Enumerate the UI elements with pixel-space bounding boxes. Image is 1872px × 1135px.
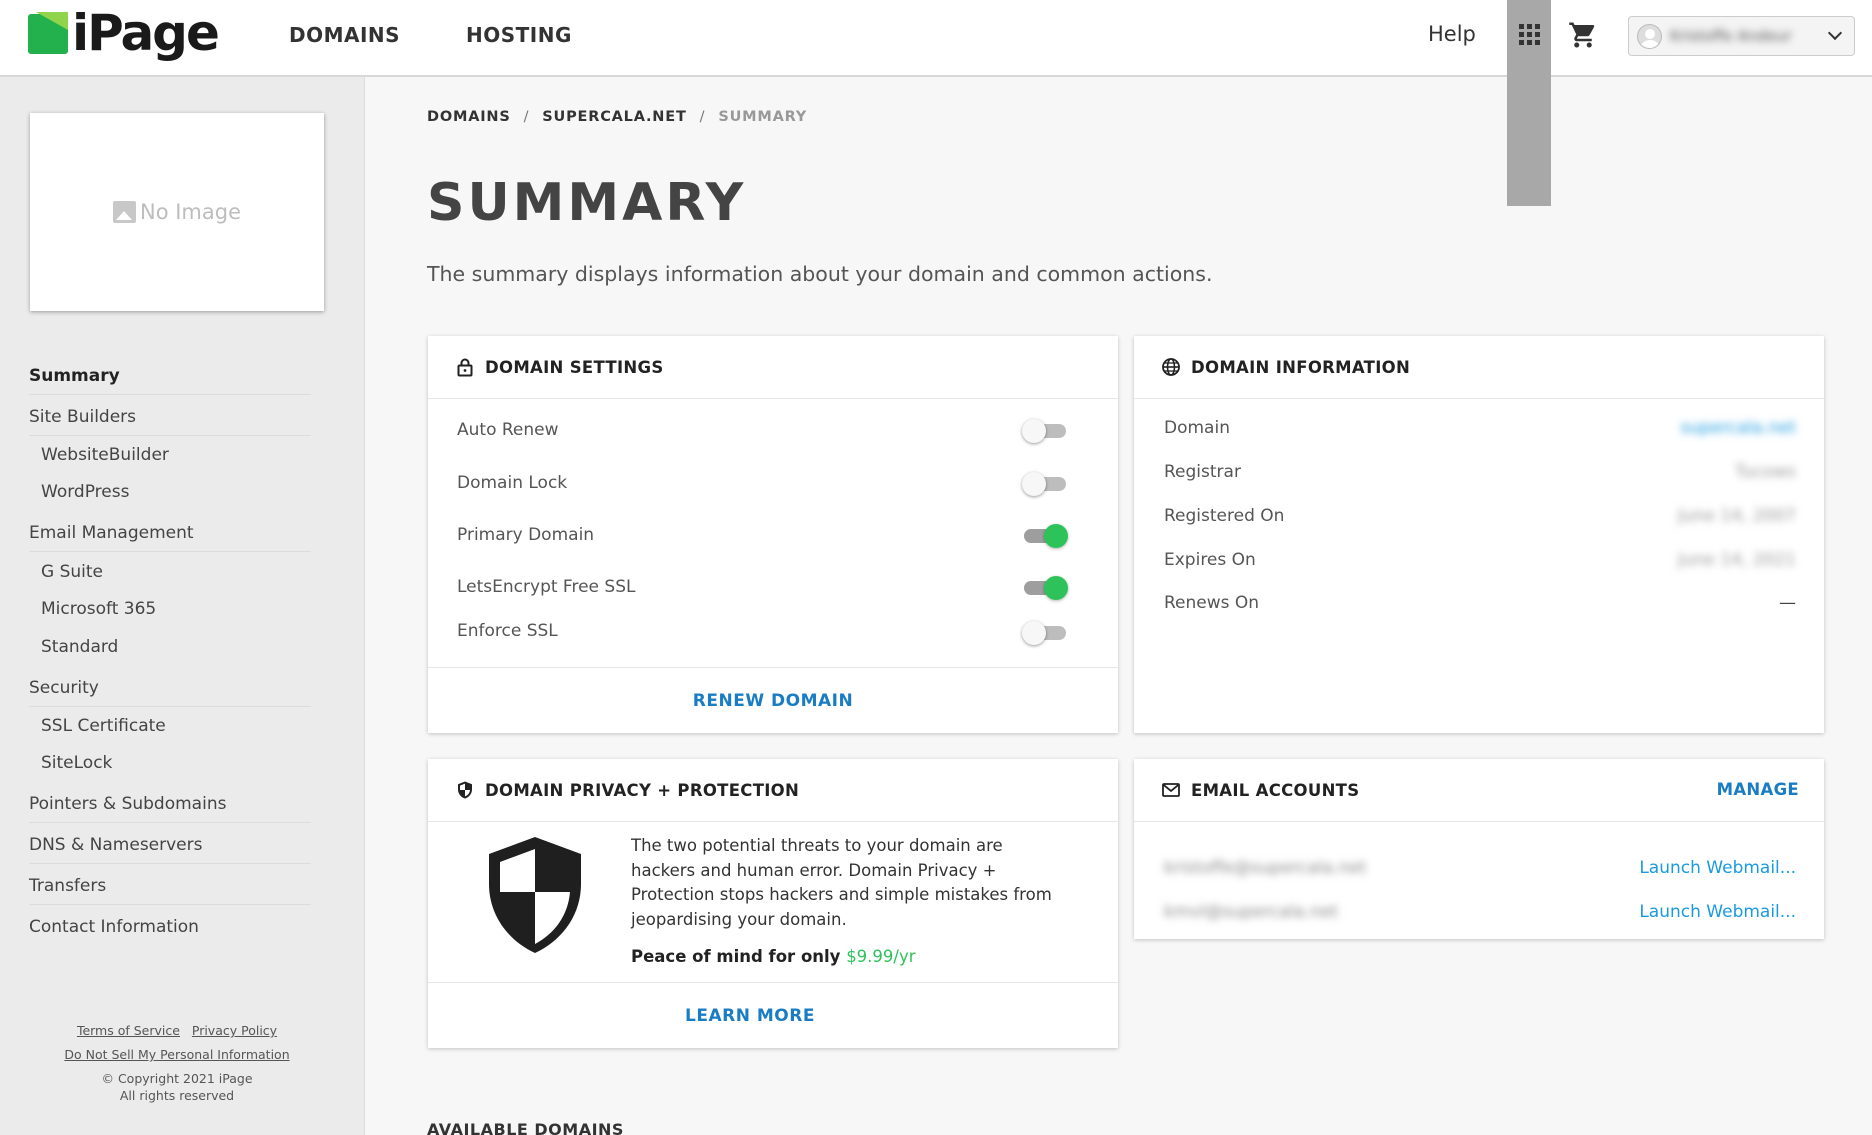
info-row-registered-on: Registered On June 14, 2007 xyxy=(1164,506,1796,526)
chevron-down-icon xyxy=(1827,25,1843,41)
sidebar-item-ssl-certificate[interactable]: SSL Certificate xyxy=(29,715,166,737)
sidebar-item-email-management[interactable]: Email Management xyxy=(29,522,311,552)
shield-icon xyxy=(489,837,581,953)
enforce-ssl-toggle[interactable] xyxy=(1022,619,1068,647)
no-image-label: No Image xyxy=(139,200,241,224)
email-account-row: kmvl@supercala.net Launch Webmail... xyxy=(1164,902,1796,922)
info-row-renews-on: Renews On — xyxy=(1164,593,1796,613)
domain-settings-header: DOMAIN SETTINGS xyxy=(428,336,1118,399)
mail-icon xyxy=(1162,783,1180,797)
do-not-sell-link[interactable]: Do Not Sell My Personal Information xyxy=(64,1047,289,1062)
footer-links-row-2: Do Not Sell My Personal Information xyxy=(0,1047,354,1062)
domain-privacy-title: DOMAIN PRIVACY + PROTECTION xyxy=(485,780,800,800)
email-accounts-title: EMAIL ACCOUNTS xyxy=(1191,780,1360,800)
help-link[interactable]: Help xyxy=(1428,22,1476,46)
cart-icon[interactable] xyxy=(1568,20,1598,50)
primary-domain-toggle[interactable] xyxy=(1022,522,1068,550)
divider xyxy=(428,982,1118,983)
info-row-registrar: Registrar Tucows xyxy=(1164,462,1796,482)
page-title: SUMMARY xyxy=(427,173,747,233)
auto-renew-toggle[interactable] xyxy=(1022,417,1068,445)
email-address: kmvl@supercala.net xyxy=(1164,902,1338,922)
sidebar-item-site-builders[interactable]: Site Builders xyxy=(29,406,311,436)
logo-text: iPage xyxy=(72,4,220,62)
enforce-ssl-label: Enforce SSL xyxy=(457,621,558,641)
renew-domain-button[interactable]: RENEW DOMAIN xyxy=(428,691,1118,711)
domain-information-card: DOMAIN INFORMATION Domain supercala.net … xyxy=(1134,336,1824,733)
sidebar-item-websitebuilder[interactable]: WebsiteBuilder xyxy=(29,444,169,466)
shield-icon xyxy=(458,781,472,799)
apps-grid-icon xyxy=(1518,24,1540,45)
domain-settings-title: DOMAIN SETTINGS xyxy=(485,357,664,377)
rights-text: All rights reserved xyxy=(119,1088,235,1103)
sidebar-item-g-suite[interactable]: G Suite xyxy=(29,561,103,583)
learn-more-button[interactable]: LEARN MORE xyxy=(405,1006,1095,1026)
letsencrypt-ssl-toggle[interactable] xyxy=(1022,574,1068,602)
breadcrumb-domain[interactable]: SUPERCALA.NET xyxy=(542,109,686,125)
user-menu-dropdown[interactable]: Kristoffe Andeur xyxy=(1628,16,1855,56)
email-account-row: kristoffe@supercala.net Launch Webmail..… xyxy=(1164,858,1796,878)
breadcrumb: DOMAINS / SUPERCALA.NET / SUMMARY xyxy=(427,109,808,125)
sidebar-item-wordpress[interactable]: WordPress xyxy=(29,481,129,503)
terms-of-service-link[interactable]: Terms of Service xyxy=(77,1023,180,1038)
copyright-text: © Copyright 2021 iPage xyxy=(101,1071,253,1086)
nav-domains[interactable]: DOMAINS xyxy=(289,23,400,47)
info-row-domain: Domain supercala.net xyxy=(1164,418,1796,438)
nav-hosting[interactable]: HOSTING xyxy=(466,23,572,47)
privacy-price: $9.99/yr xyxy=(846,947,916,966)
primary-domain-label: Primary Domain xyxy=(457,525,595,545)
lock-icon xyxy=(457,358,473,377)
sidebar-item-standard[interactable]: Standard xyxy=(29,636,118,658)
domain-link[interactable]: supercala.net xyxy=(1680,418,1796,438)
sidebar-item-contact-information[interactable]: Contact Information xyxy=(29,916,199,938)
email-address: kristoffe@supercala.net xyxy=(1164,858,1367,878)
sidebar-item-sitelock[interactable]: SiteLock xyxy=(29,752,112,774)
email-accounts-card: EMAIL ACCOUNTS MANAGE kristoffe@supercal… xyxy=(1134,759,1824,939)
sidebar-item-security[interactable]: Security xyxy=(29,677,311,707)
manage-email-button[interactable]: MANAGE xyxy=(1717,780,1799,799)
breadcrumb-current: SUMMARY xyxy=(718,109,808,125)
auto-renew-label: Auto Renew xyxy=(457,420,559,440)
top-header: iPage DOMAINS HOSTING Help Kristoffe And… xyxy=(0,0,1872,206)
apps-menu-button[interactable] xyxy=(1507,0,1551,206)
domain-lock-toggle[interactable] xyxy=(1022,470,1068,498)
domain-settings-card: DOMAIN SETTINGS Auto Renew Domain Lock P… xyxy=(428,336,1118,733)
domain-lock-label: Domain Lock xyxy=(457,473,568,493)
sidebar: No Image Summary Site Builders WebsiteBu… xyxy=(0,77,365,1135)
sidebar-item-summary[interactable]: Summary xyxy=(29,365,311,395)
footer-links-row-1: Terms of Service Privacy Policy xyxy=(0,1023,354,1038)
privacy-description: The two potential threats to your domain… xyxy=(631,836,1052,929)
launch-webmail-link[interactable]: Launch Webmail... xyxy=(1639,858,1796,878)
available-domains-title: AVAILABLE DOMAINS xyxy=(427,1120,624,1135)
info-row-expires-on: Expires On June 14, 2021 xyxy=(1164,550,1796,570)
launch-webmail-link[interactable]: Launch Webmail... xyxy=(1639,902,1796,922)
sidebar-item-dns-nameservers[interactable]: DNS & Nameservers xyxy=(29,834,311,864)
globe-icon xyxy=(1162,358,1180,376)
ipage-logo[interactable]: iPage xyxy=(28,4,220,62)
domain-image-placeholder: No Image xyxy=(30,113,324,311)
divider xyxy=(428,667,1118,668)
user-name: Kristoffe Andeur xyxy=(1670,27,1792,45)
domain-privacy-card: DOMAIN PRIVACY + PROTECTION The two pote… xyxy=(428,759,1118,1048)
sidebar-item-pointers-subdomains[interactable]: Pointers & Subdomains xyxy=(29,793,311,823)
letsencrypt-ssl-label: LetsEncrypt Free SSL xyxy=(457,577,636,597)
image-icon xyxy=(112,201,136,223)
sidebar-item-transfers[interactable]: Transfers xyxy=(29,875,311,905)
domain-privacy-header: DOMAIN PRIVACY + PROTECTION xyxy=(428,759,1118,822)
logo-mark-icon xyxy=(28,12,68,54)
breadcrumb-domains[interactable]: DOMAINS xyxy=(427,109,511,125)
domain-information-title: DOMAIN INFORMATION xyxy=(1191,357,1411,377)
page-description: The summary displays information about y… xyxy=(427,262,1213,286)
privacy-price-line: Peace of mind for only $9.99/yr xyxy=(631,947,916,966)
sidebar-item-microsoft-365[interactable]: Microsoft 365 xyxy=(29,598,156,620)
privacy-policy-link[interactable]: Privacy Policy xyxy=(192,1023,277,1038)
domain-information-header: DOMAIN INFORMATION xyxy=(1134,336,1824,399)
avatar xyxy=(1637,23,1662,49)
